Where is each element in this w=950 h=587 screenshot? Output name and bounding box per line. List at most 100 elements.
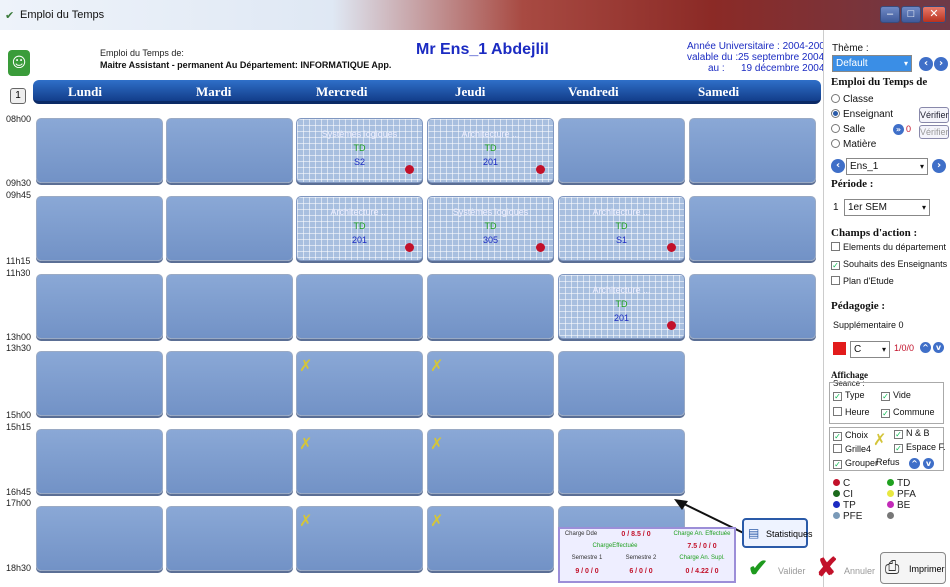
opt-commune-checkbox[interactable]: ✓ Commune	[881, 407, 935, 418]
opt-vide-checkbox[interactable]: ✓ Vide	[881, 390, 911, 401]
course-slot[interactable]: Systèmes logiques TD S2	[296, 118, 423, 183]
time-label: 09h30	[6, 178, 32, 188]
statistiques-button[interactable]: ▤ Statistiques	[742, 518, 813, 548]
teacher-name: Mr Ens_1 Abdejlil	[416, 41, 549, 58]
radio-enseignant[interactable]: Enseignant	[831, 109, 893, 120]
legend-label: C	[843, 478, 851, 489]
empty-slot[interactable]: ✗	[427, 506, 554, 571]
empty-slot[interactable]	[427, 274, 554, 339]
empty-slot[interactable]	[166, 118, 293, 183]
legend-dot-icon	[833, 490, 840, 497]
empty-slot[interactable]	[296, 274, 423, 339]
empty-slot[interactable]	[558, 118, 685, 183]
next-ens-icon[interactable]: ›	[932, 159, 946, 173]
legend-label: TD	[897, 478, 911, 489]
down-icon[interactable]: v	[923, 458, 934, 469]
valider-button[interactable]: ✔ Valider	[742, 552, 805, 584]
maximize-button[interactable]: □	[901, 6, 921, 23]
opt-grouper-checkbox[interactable]: ✓ Grouper	[833, 458, 878, 469]
radio-classe[interactable]: Classe	[831, 94, 874, 105]
opt-type-checkbox[interactable]: ✓ Type	[833, 390, 865, 401]
empty-slot[interactable]	[36, 429, 163, 494]
course-slot[interactable]: Architecture ... TD 201	[296, 196, 423, 261]
periode-select[interactable]: 1er SEM ▾	[844, 199, 930, 216]
empty-slot[interactable]	[166, 506, 293, 571]
avatar-icon: ☺	[8, 50, 30, 76]
next-theme-icon[interactable]: ›	[934, 57, 948, 71]
opt-espace-checkbox[interactable]: ✓ Espace F.	[894, 442, 946, 453]
empty-slot[interactable]	[166, 429, 293, 494]
course-slot[interactable]: Architecture ... TD S1	[558, 196, 685, 261]
verifier-salle-button[interactable]: Vérifier	[919, 125, 949, 139]
empty-slot[interactable]	[166, 196, 293, 261]
opt-grille-checkbox[interactable]: Grille4	[833, 444, 871, 454]
radio-matiere[interactable]: Matière	[831, 139, 876, 150]
semestre1-value: 9 / 0 / 0	[575, 568, 599, 575]
chart-icon: ▤	[748, 526, 760, 540]
verifier-button[interactable]: Vérifier	[919, 107, 949, 123]
empty-slot[interactable]: ✗	[427, 351, 554, 416]
periode-title: Période :	[831, 178, 874, 190]
empty-slot[interactable]: ✗	[296, 506, 423, 571]
empty-slot[interactable]	[689, 118, 816, 183]
checkbox-icon	[831, 242, 840, 251]
empty-slot[interactable]	[689, 274, 816, 339]
opt-choix-checkbox[interactable]: ✓ Choix	[833, 430, 868, 441]
theme-select[interactable]: Default ▾	[832, 55, 912, 72]
empty-slot[interactable]	[689, 196, 816, 261]
close-button[interactable]: ✕	[922, 6, 946, 23]
course-slot[interactable]: Systèmes logiques TD 305	[427, 196, 554, 261]
course-slot[interactable]: Architecture ... TD 201	[427, 118, 554, 183]
up-icon[interactable]: ^	[920, 342, 931, 353]
empty-slot[interactable]	[166, 351, 293, 416]
empty-slot[interactable]: ✗	[427, 429, 554, 494]
course-room: 201	[351, 235, 368, 245]
week-button[interactable]: 1	[10, 88, 26, 104]
opt-heure-checkbox[interactable]: Heure	[833, 407, 870, 417]
empty-slot[interactable]	[558, 429, 685, 494]
empty-slot[interactable]	[36, 196, 163, 261]
radio-salle[interactable]: Salle	[831, 124, 865, 135]
empty-slot[interactable]	[36, 506, 163, 571]
champ-elements-checkbox[interactable]: Elements du département	[831, 242, 946, 252]
champ-souhaits-checkbox[interactable]: ✓ Souhaits des Enseignants	[831, 259, 947, 270]
legend-item: C	[833, 478, 850, 489]
time-label: 18h30	[6, 563, 32, 573]
empty-slot[interactable]	[36, 274, 163, 339]
periode-number: 1	[833, 202, 839, 213]
champ-plan-checkbox[interactable]: Plan d'Etude	[831, 276, 894, 286]
radio-icon	[831, 124, 840, 133]
minimize-button[interactable]: –	[880, 6, 900, 23]
enseignant-select[interactable]: Ens_1 ▾	[846, 158, 928, 175]
up-icon[interactable]: ^	[909, 458, 920, 469]
course-room: S2	[353, 157, 365, 167]
checkbox-icon: ✓	[833, 432, 842, 441]
salle-count: 0	[906, 124, 912, 134]
time-label: 09h45	[6, 190, 32, 200]
legend-dot-icon	[833, 479, 840, 486]
empty-slot[interactable]	[36, 351, 163, 416]
empty-slot[interactable]	[166, 274, 293, 339]
prev-ens-icon[interactable]: ‹	[831, 159, 845, 173]
course-slot[interactable]: Architecture ... TD 201	[558, 274, 685, 339]
empty-slot[interactable]	[558, 351, 685, 416]
time-label: 15h00	[6, 410, 32, 420]
empty-slot[interactable]: ✗	[296, 351, 423, 416]
time-label: 08h00	[6, 114, 32, 124]
empty-slot[interactable]: ✗	[296, 429, 423, 494]
annuler-button[interactable]: ✘ Annuler	[810, 552, 875, 584]
salle-nav-icon[interactable]: »	[893, 124, 904, 135]
opt-nb-checkbox[interactable]: ✓ N & B	[894, 428, 930, 439]
imprimer-button[interactable]: ⎙ Imprimer	[880, 552, 946, 584]
legend-dot-icon	[833, 501, 840, 508]
emploi-label: Emploi du Temps de:	[100, 48, 184, 58]
prev-theme-icon[interactable]: ‹	[919, 57, 933, 71]
refus-icon: ✗	[299, 511, 313, 530]
emploi-title: Emploi du Temps de	[831, 76, 928, 88]
empty-slot[interactable]	[36, 118, 163, 183]
pedagogie-select[interactable]: C ▾	[850, 341, 890, 358]
down-icon[interactable]: v	[933, 342, 944, 353]
valable-label: valable du :	[687, 52, 739, 63]
legend-label: CI	[843, 489, 853, 500]
periode-value: 1er SEM	[848, 202, 887, 213]
